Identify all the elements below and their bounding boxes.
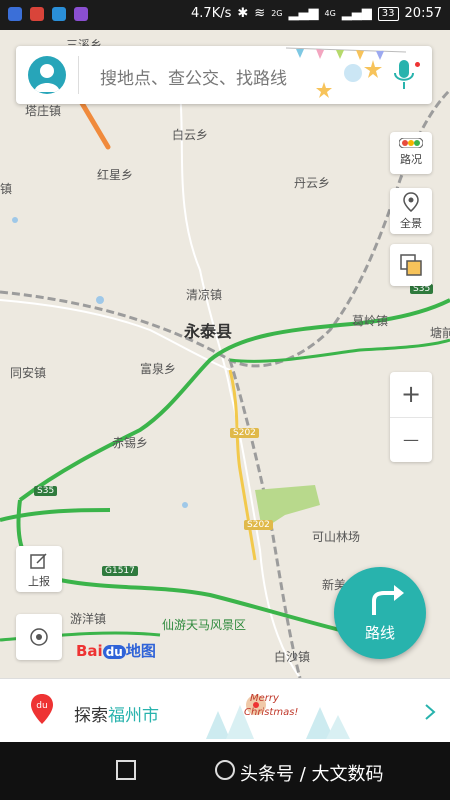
- place-label[interactable]: 同安镇: [10, 364, 46, 381]
- place-label[interactable]: 塘前: [430, 324, 450, 341]
- locate-button[interactable]: [16, 614, 62, 660]
- lake: [12, 217, 18, 223]
- traffic-label: 路况: [400, 153, 422, 166]
- microphone-icon[interactable]: [394, 60, 414, 90]
- star-icon-small: [364, 60, 382, 78]
- place-label[interactable]: 白沙镇: [274, 648, 310, 665]
- place-label[interactable]: 镇: [0, 180, 12, 197]
- svg-text:du: du: [36, 701, 47, 711]
- status-bar: 4.7K/s ✱ ≋ 2G ▂▄▆ 4G ▂▄▆ 33 20:57: [0, 0, 450, 30]
- zoom-out-button[interactable]: —: [390, 418, 432, 462]
- greeting-line2: Christmas!: [244, 707, 299, 718]
- place-label[interactable]: 赤锡乡: [112, 434, 148, 451]
- place-label[interactable]: 塔庄镇: [25, 102, 61, 119]
- route-arrow-icon: [372, 585, 404, 615]
- road-shield: S202: [244, 520, 273, 530]
- place-label[interactable]: 清凉镇: [186, 286, 222, 303]
- location-pin-icon: [403, 192, 419, 212]
- zoom-control: + —: [390, 372, 432, 462]
- star-icon: [316, 82, 332, 98]
- traffic-light-icon: [398, 137, 424, 149]
- clock: 20:57: [404, 6, 442, 21]
- panorama-label: 全景: [400, 217, 422, 230]
- baidu-map-logo: Bai du 地图: [76, 640, 156, 661]
- place-label[interactable]: 丹云乡: [294, 174, 330, 191]
- du-location-pin-icon: du: [31, 694, 53, 724]
- search-input[interactable]: 搜地点、查公交、找路线: [100, 64, 287, 89]
- road-shield: S202: [230, 428, 259, 438]
- highway-east: [229, 338, 450, 363]
- recent-apps-icon[interactable]: [116, 760, 136, 780]
- zoom-in-button[interactable]: +: [390, 372, 432, 418]
- place-label[interactable]: 富泉乡: [140, 360, 176, 377]
- home-icon[interactable]: [214, 759, 236, 781]
- scenic-label[interactable]: 仙游天马风景区: [162, 616, 246, 633]
- explore-city[interactable]: 福州市: [108, 701, 159, 726]
- watermark-text: 头条号 / 大文数码: [240, 764, 384, 785]
- place-label[interactable]: 白云乡: [172, 126, 208, 143]
- report-label: 上报: [28, 575, 50, 588]
- edit-icon: [30, 553, 47, 569]
- user-avatar-button[interactable]: [28, 56, 66, 94]
- chevron-right-icon[interactable]: [424, 703, 436, 721]
- place-label[interactable]: 红星乡: [97, 166, 133, 183]
- bluetooth-icon: ✱: [237, 6, 249, 21]
- lake-2: [96, 296, 104, 304]
- highway-g1517: [16, 499, 341, 632]
- explore-banner[interactable]: du 探索 福州市 Merry Christmas!: [0, 678, 450, 743]
- logo-suffix: 地图: [125, 642, 156, 660]
- layers-icon: [400, 254, 422, 276]
- snowball-icon: [344, 64, 362, 82]
- panorama-button[interactable]: 全景: [390, 188, 432, 234]
- report-button[interactable]: 上报: [16, 546, 62, 592]
- traffic-button[interactable]: 路况: [390, 132, 432, 174]
- search-bar[interactable]: 搜地点、查公交、找路线: [16, 46, 432, 104]
- gallery-app-icon: [74, 7, 88, 21]
- greeting-line1: Merry: [250, 693, 279, 704]
- locate-icon: [30, 628, 48, 646]
- notification-icons: [8, 7, 88, 21]
- wifi-icon: ≋: [254, 6, 266, 21]
- shield-app-icon: [8, 7, 22, 21]
- signal-4g-label: 4G: [324, 9, 336, 18]
- mail-app-icon: [52, 7, 66, 21]
- explore-prefix: 探索: [74, 706, 108, 726]
- user-icon: [34, 64, 60, 92]
- road-shield: S35: [34, 486, 58, 496]
- system-nav-bar: 头条号 / 大文数码: [0, 742, 450, 800]
- notification-dot: [415, 62, 420, 67]
- map-app-icon: [30, 7, 44, 21]
- place-label[interactable]: 可山林场: [312, 528, 360, 545]
- signal-2g-label: 2G: [271, 9, 283, 18]
- battery-indicator: 33: [377, 6, 399, 21]
- divider: [78, 56, 79, 94]
- route-button[interactable]: 路线: [334, 567, 426, 659]
- route-label: 路线: [364, 624, 395, 642]
- signal-icon: ▂▄▆: [288, 6, 319, 21]
- layers-button[interactable]: [390, 244, 432, 286]
- signal-icon-2: ▂▄▆: [341, 6, 372, 21]
- county-label[interactable]: 永泰县: [184, 318, 232, 342]
- lake-3: [182, 502, 188, 508]
- road-shield: G1517: [102, 566, 138, 576]
- logo-bai: Bai: [76, 642, 103, 660]
- network-speed: 4.7K/s: [191, 6, 232, 21]
- place-label[interactable]: 游洋镇: [70, 610, 106, 627]
- logo-du: du: [102, 645, 126, 659]
- place-label[interactable]: 葛岭镇: [352, 312, 388, 329]
- highway-s35-west: [0, 508, 111, 522]
